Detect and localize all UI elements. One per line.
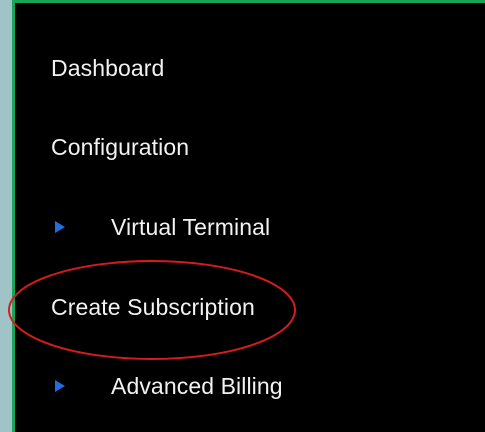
arrow-right-icon (55, 380, 65, 392)
menu-item-label: Virtual Terminal (111, 213, 271, 240)
left-background-strip (0, 0, 12, 432)
menu-item-label: Configuration (51, 133, 190, 160)
menu-item-label: Create Subscription (51, 293, 255, 320)
menu-item-virtual-terminal[interactable]: Virtual Terminal (55, 207, 270, 247)
menu-item-label: Advanced Billing (111, 372, 283, 399)
menu-item-label: Dashboard (51, 54, 165, 81)
menu-item-dashboard[interactable]: Dashboard (51, 48, 164, 88)
sidebar-menu: Dashboard Configuration Virtual Terminal… (12, 0, 485, 432)
menu-item-configuration[interactable]: Configuration (51, 127, 189, 167)
menu-item-create-subscription[interactable]: Create Subscription (51, 287, 255, 327)
menu-item-advanced-billing[interactable]: Advanced Billing (55, 366, 283, 406)
arrow-right-icon (55, 221, 65, 233)
